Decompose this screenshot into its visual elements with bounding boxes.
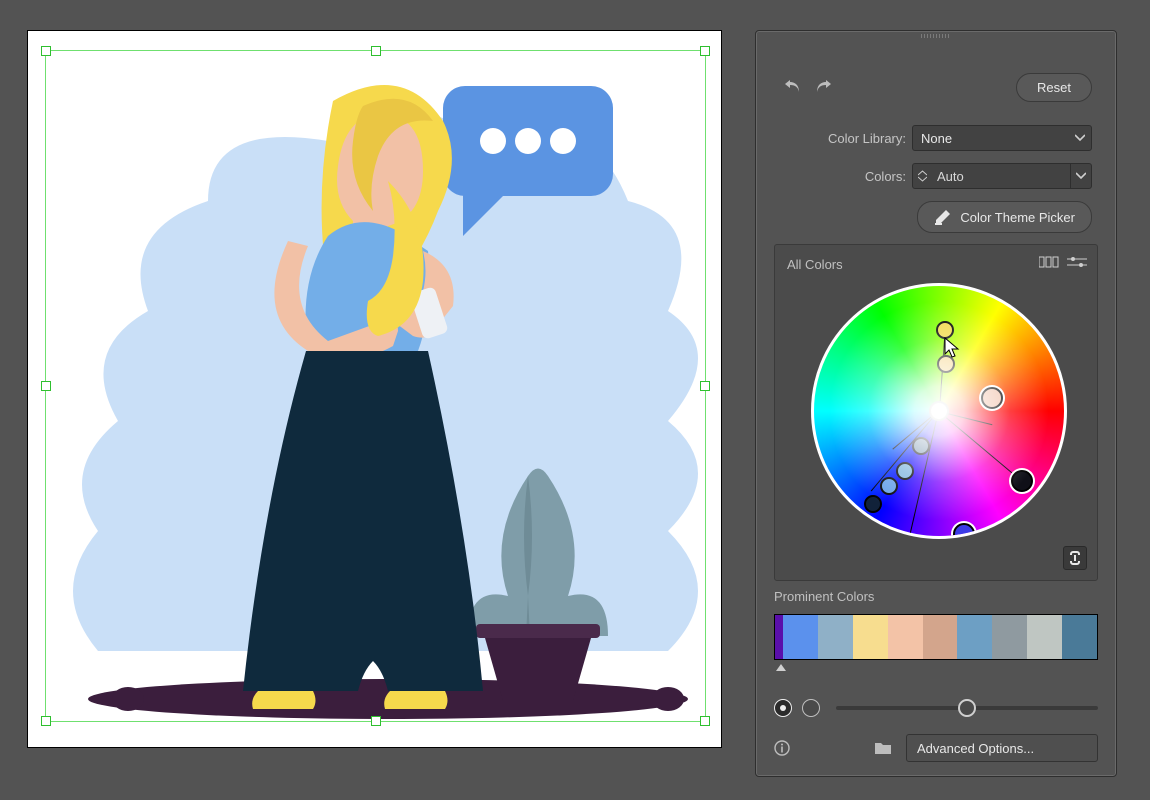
- color-wheel-box: All Colors: [774, 244, 1098, 581]
- prominent-colors-box: Prominent Colors: [774, 589, 1098, 671]
- wheel-node[interactable]: [929, 401, 949, 421]
- swatch[interactable]: [957, 615, 992, 659]
- swatch[interactable]: [923, 615, 958, 659]
- color-wheel[interactable]: [811, 283, 1067, 539]
- eyedropper-icon: [934, 208, 952, 226]
- recolor-panel: Reset Color Library: None Colors: Auto: [755, 30, 1117, 777]
- picker-label: Color Theme Picker: [960, 210, 1075, 225]
- wheel-node[interactable]: [1011, 470, 1033, 492]
- prominent-label: Prominent Colors: [774, 589, 1098, 604]
- radio-option-a[interactable]: [774, 699, 792, 717]
- saturation-slider[interactable]: [836, 706, 1098, 710]
- folder-icon[interactable]: [874, 741, 892, 755]
- wheel-node[interactable]: [896, 462, 914, 480]
- wheel-node[interactable]: [864, 495, 882, 513]
- link-icon[interactable]: [1063, 546, 1087, 570]
- swatch-mode-icon[interactable]: [1039, 255, 1059, 269]
- advanced-options-button[interactable]: Advanced Options...: [906, 734, 1098, 762]
- color-library-select[interactable]: None: [912, 125, 1092, 151]
- all-colors-label: All Colors: [787, 257, 843, 272]
- swatch[interactable]: [818, 615, 853, 659]
- wheel-node[interactable]: [981, 387, 1003, 409]
- wheel-node[interactable]: [936, 321, 954, 339]
- redo-icon[interactable]: [810, 73, 836, 99]
- swatch-marker-icon[interactable]: [776, 664, 786, 671]
- wheel-node[interactable]: [937, 355, 955, 373]
- colors-value: Auto: [931, 169, 964, 184]
- color-library-value: None: [921, 131, 952, 146]
- artboard[interactable]: [27, 30, 722, 748]
- illustration: [28, 31, 721, 747]
- swatch[interactable]: [783, 615, 818, 659]
- swatch[interactable]: [1027, 615, 1062, 659]
- colors-input[interactable]: Auto: [912, 163, 1092, 189]
- wheel-node[interactable]: [880, 477, 898, 495]
- swatch[interactable]: [775, 615, 783, 659]
- color-theme-picker-button[interactable]: Color Theme Picker: [917, 201, 1092, 233]
- sliders-mode-icon[interactable]: [1067, 255, 1087, 269]
- swatch[interactable]: [853, 615, 888, 659]
- wheel-node[interactable]: [953, 523, 975, 539]
- undo-icon[interactable]: [780, 73, 806, 99]
- panel-gripper[interactable]: [921, 34, 951, 38]
- saturation-row: [774, 696, 1098, 720]
- advanced-label: Advanced Options...: [917, 741, 1034, 756]
- wheel-node[interactable]: [912, 437, 930, 455]
- reset-label: Reset: [1037, 80, 1071, 95]
- chevron-down-icon[interactable]: [1070, 164, 1091, 188]
- colors-label: Colors:: [756, 169, 912, 184]
- slider-knob[interactable]: [958, 699, 976, 717]
- radio-option-b[interactable]: [802, 699, 820, 717]
- color-library-label: Color Library:: [756, 131, 912, 146]
- info-icon[interactable]: [774, 740, 790, 756]
- swatch[interactable]: [1062, 615, 1097, 659]
- prominent-swatches[interactable]: [774, 614, 1098, 660]
- chevron-down-icon: [1075, 134, 1085, 142]
- swatch[interactable]: [992, 615, 1027, 659]
- swatch[interactable]: [888, 615, 923, 659]
- reset-button[interactable]: Reset: [1016, 73, 1092, 102]
- spin-buttons[interactable]: [913, 170, 931, 182]
